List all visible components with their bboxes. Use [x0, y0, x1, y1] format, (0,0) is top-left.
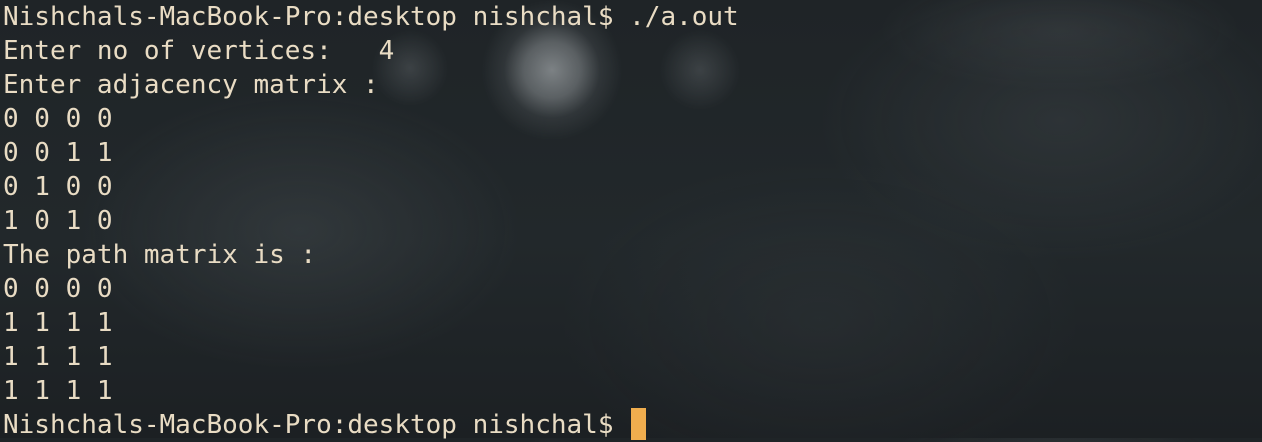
path-row: 1 1 1 1: [3, 342, 113, 372]
prompt-line[interactable]: Nishchals-MacBook-Pro:desktop nishchal$: [3, 408, 1262, 442]
output-line-vertices: Enter no of vertices: 4: [3, 36, 395, 66]
shell-prompt: Nishchals-MacBook-Pro:desktop nishchal$: [3, 410, 630, 440]
adjacency-row: 0 0 0 0: [3, 104, 113, 134]
adjacency-row: 0 0 1 1: [3, 138, 113, 168]
path-row: 1 1 1 1: [3, 308, 113, 338]
command-line: Nishchals-MacBook-Pro:desktop nishchal$ …: [3, 2, 739, 32]
adjacency-row: 1 0 1 0: [3, 206, 113, 236]
path-row: 0 0 0 0: [3, 274, 113, 304]
path-row: 1 1 1 1: [3, 376, 113, 406]
text-cursor: [631, 408, 647, 440]
output-line-path-heading: The path matrix is :: [3, 240, 317, 270]
terminal-window[interactable]: Nishchals-MacBook-Pro:desktop nishchal$ …: [3, 0, 1262, 440]
adjacency-row: 0 1 0 0: [3, 172, 113, 202]
output-line-adjacency-heading: Enter adjacency matrix :: [3, 70, 379, 100]
